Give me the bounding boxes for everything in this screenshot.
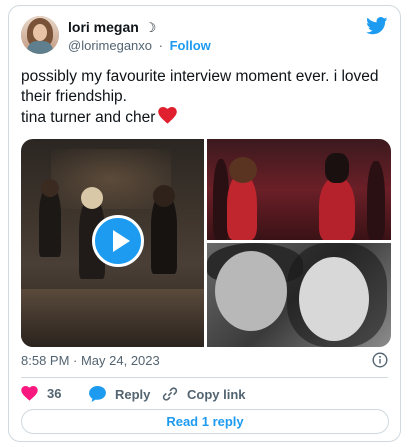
author-name[interactable]: lori megan: [68, 19, 139, 35]
heart-icon: [21, 386, 38, 401]
reply-button[interactable]: Reply: [89, 386, 150, 402]
tweet-line-3: tina turner and cher: [21, 107, 391, 128]
link-icon: [162, 387, 178, 401]
copy-link-button[interactable]: Copy link: [162, 386, 246, 402]
tweet-timestamp[interactable]: 8:58 PM · May 24, 2023: [21, 353, 160, 368]
like-button[interactable]: 36: [21, 386, 61, 401]
follow-button[interactable]: Follow: [170, 38, 211, 53]
tweet-text: possibly my favourite interview moment e…: [21, 67, 391, 128]
video-thumbnail[interactable]: [21, 139, 204, 347]
info-icon[interactable]: [372, 352, 388, 368]
twitter-bird-icon[interactable]: [366, 17, 388, 35]
moon-icon: ☽: [144, 20, 157, 35]
reply-bubble-icon: [89, 386, 106, 402]
tweet-line-2: their friendship.: [21, 88, 127, 105]
tweet-line-1: possibly my favourite interview moment e…: [21, 68, 379, 85]
media-grid: [21, 139, 391, 347]
like-count: 36: [47, 386, 62, 401]
play-icon: [113, 230, 130, 252]
author-name-row[interactable]: lori megan ☽: [68, 19, 156, 36]
read-replies-button[interactable]: Read 1 reply: [21, 409, 389, 434]
tweet-header: lori megan ☽ @lorimeganxo · Follow: [21, 16, 388, 60]
copy-link-label: Copy link: [187, 386, 246, 402]
tweet-card: lori megan ☽ @lorimeganxo · Follow possi…: [8, 5, 401, 442]
avatar[interactable]: [21, 16, 59, 54]
tweet-line-3-text: tina turner and cher: [21, 109, 156, 126]
play-button[interactable]: [92, 215, 144, 267]
red-heart-icon: [158, 107, 178, 124]
photo-stage[interactable]: [207, 139, 391, 240]
author-handle-row: @lorimeganxo · Follow: [68, 38, 211, 53]
photo-bw-portrait[interactable]: [207, 243, 391, 347]
author-handle[interactable]: @lorimeganxo: [68, 38, 152, 53]
divider: [21, 377, 388, 378]
reply-label: Reply: [115, 386, 151, 402]
separator-dot: ·: [158, 38, 163, 53]
